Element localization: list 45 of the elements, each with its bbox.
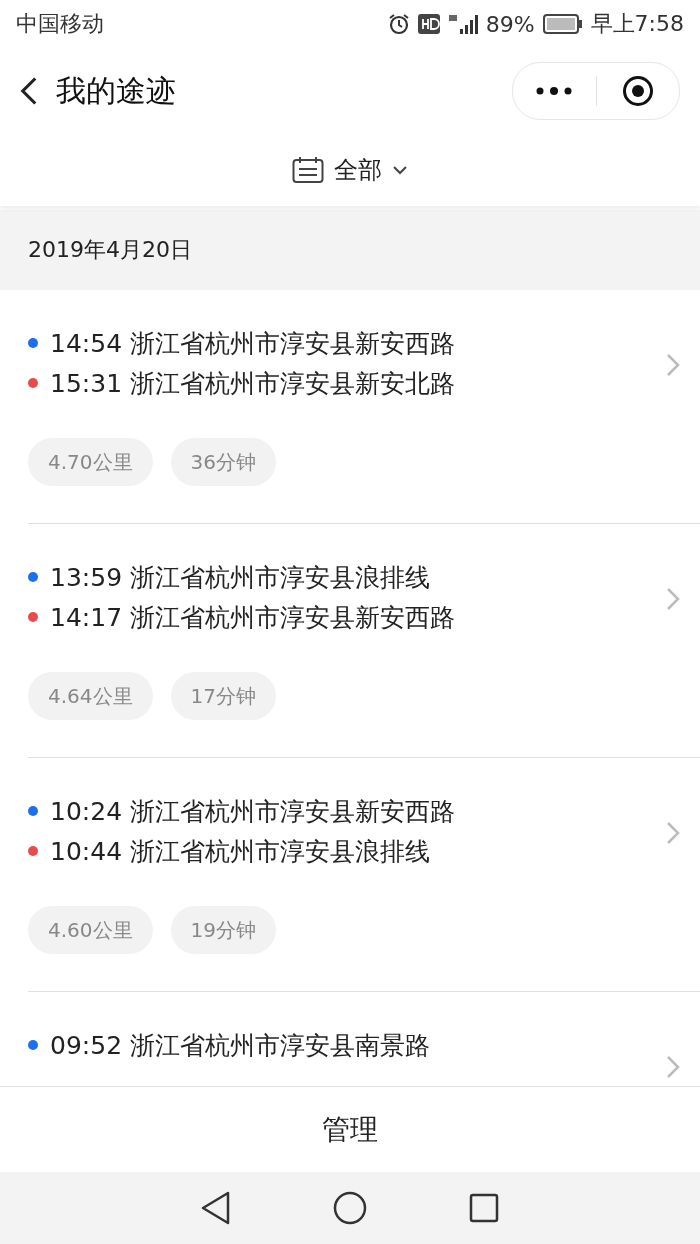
- location-dot: [28, 378, 38, 388]
- location-dot: [28, 338, 38, 348]
- battery-icon: [542, 14, 583, 34]
- location-dot: [28, 612, 38, 622]
- trip-point: 10:44 浙江省杭州市淳安县浪排线: [50, 835, 430, 868]
- page-title: 我的途迹: [56, 71, 177, 110]
- filter-dropdown[interactable]: 全部: [0, 134, 700, 206]
- distance-tag: 4.60公里: [28, 906, 153, 954]
- trip-point: 13:59 浙江省杭州市淳安县浪排线: [50, 561, 430, 594]
- back-icon: [20, 76, 38, 106]
- duration-tag: 17分钟: [170, 672, 276, 720]
- battery-percent: 89%: [485, 11, 535, 37]
- trip-card[interactable]: 14:54 浙江省杭州市淳安县新安西路 15:31 浙江省杭州市淳安县新安北路 4.70公里 36分钟: [28, 290, 700, 524]
- trip-point: 14:17 浙江省杭州市淳安县新安西路: [50, 601, 455, 634]
- chevron-right-icon: [666, 821, 680, 845]
- chevron-right-icon: [666, 353, 680, 377]
- trip-point: 14:54 浙江省杭州市淳安县新安西路: [50, 327, 455, 360]
- trip-point: 09:52 浙江省杭州市淳安县南景路: [50, 1029, 430, 1062]
- trip-point: 10:24 浙江省杭州市淳安县新安西路: [50, 795, 455, 828]
- more-icon: [536, 87, 573, 95]
- hd-icon: [417, 14, 440, 34]
- location-dot: [28, 1040, 38, 1050]
- duration-tag: 36分钟: [170, 438, 276, 486]
- location-dot: [28, 572, 38, 582]
- trip-card[interactable]: 13:59 浙江省杭州市淳安县浪排线 14:17 浙江省杭州市淳安县新安西路 4.64公里 17分钟: [28, 524, 700, 758]
- distance-tag: 4.70公里: [28, 438, 153, 486]
- carrier-name: 中国移动: [16, 10, 104, 38]
- home-circle-icon: [333, 1191, 367, 1225]
- location-dot: [28, 806, 38, 816]
- distance-tag: 4.64公里: [28, 672, 153, 720]
- calendar-icon: [292, 156, 324, 184]
- clock-time: 早上7:58: [590, 10, 684, 38]
- duration-tag: 19分钟: [170, 906, 276, 954]
- date-heading: 2019年4月20日: [28, 236, 192, 264]
- triangle-back-icon: [201, 1191, 231, 1225]
- trip-card[interactable]: 10:24 浙江省杭州市淳安县新安西路 10:44 浙江省杭州市淳安县浪排线 4.60公里 19分钟: [28, 758, 700, 992]
- alarm-icon: [387, 13, 410, 35]
- chevron-right-icon: [666, 587, 680, 611]
- signal-icon: [447, 13, 478, 35]
- chevron-right-icon: [666, 1055, 680, 1079]
- square-icon: [469, 1193, 499, 1223]
- trip-point: 15:31 浙江省杭州市淳安县新安北路: [50, 367, 455, 400]
- target-icon: [621, 75, 654, 107]
- location-dot: [28, 846, 38, 856]
- caret-icon: [392, 165, 408, 175]
